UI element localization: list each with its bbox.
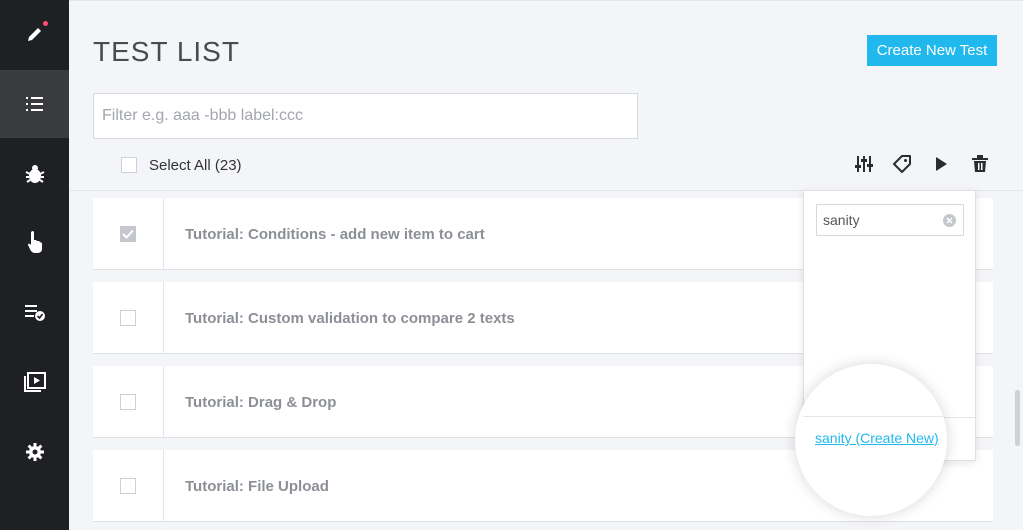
magnifier-highlight: sanity (Create New)	[795, 364, 947, 516]
test-name[interactable]: Tutorial: File Upload	[185, 478, 329, 495]
test-name[interactable]: Tutorial: Drag & Drop	[185, 394, 336, 411]
row-checkbox-cell	[93, 282, 164, 354]
popup-divider	[803, 416, 943, 417]
label-search-input[interactable]	[816, 204, 964, 236]
sidebar-item-interactions[interactable]	[0, 208, 69, 276]
row-checkbox-cell	[93, 198, 164, 270]
row-checkbox[interactable]	[120, 478, 136, 494]
sidebar-item-runs[interactable]	[0, 348, 69, 416]
create-new-test-button[interactable]: Create New Test	[867, 35, 997, 66]
pencil-icon	[27, 28, 41, 41]
label-button[interactable]	[891, 153, 913, 175]
create-label-link[interactable]: sanity (Create New)	[815, 430, 939, 446]
sidebar-item-bugs[interactable]	[0, 140, 69, 208]
row-checkbox[interactable]	[120, 394, 136, 410]
main-content: TEST LIST Create New Test Select All (23…	[69, 0, 1023, 530]
delete-button[interactable]	[969, 153, 991, 175]
sliders-icon	[855, 156, 873, 172]
checklist-icon	[24, 305, 45, 321]
notification-dot	[43, 21, 48, 26]
scrollbar-thumb[interactable]	[1015, 390, 1020, 446]
bug-icon	[25, 165, 44, 183]
gear-icon	[25, 443, 44, 461]
sidebar-item-tests[interactable]	[0, 70, 69, 138]
run-button[interactable]	[930, 153, 952, 175]
tag-icon	[893, 155, 911, 173]
page-title: TEST LIST	[93, 36, 240, 67]
bulk-toolbar	[853, 153, 993, 175]
checkmark-icon	[122, 229, 134, 239]
play-icon	[936, 157, 947, 171]
row-checkbox[interactable]	[120, 310, 136, 326]
test-name[interactable]: Tutorial: Custom validation to compare 2…	[185, 310, 515, 327]
select-all-label: Select All (23)	[149, 156, 242, 174]
configure-button[interactable]	[853, 153, 875, 175]
list-icon	[25, 97, 43, 111]
row-checkbox-cell	[93, 366, 164, 438]
sidebar	[0, 0, 69, 530]
select-all-checkbox[interactable]	[121, 157, 137, 173]
row-checkbox-cell	[93, 450, 164, 522]
test-name[interactable]: Tutorial: Conditions - add new item to c…	[185, 226, 485, 243]
row-checkbox[interactable]	[120, 226, 136, 242]
sidebar-item-editor[interactable]	[0, 0, 69, 68]
hand-pointer-icon	[27, 231, 42, 253]
filter-input[interactable]	[93, 93, 638, 139]
sidebar-item-settings[interactable]	[0, 418, 69, 486]
play-screen-icon	[23, 372, 46, 392]
sidebar-item-results[interactable]	[0, 278, 69, 346]
select-all-row: Select All (23)	[121, 156, 242, 174]
clear-icon[interactable]	[943, 214, 956, 227]
trash-icon	[972, 155, 988, 172]
top-divider	[69, 0, 1023, 1]
